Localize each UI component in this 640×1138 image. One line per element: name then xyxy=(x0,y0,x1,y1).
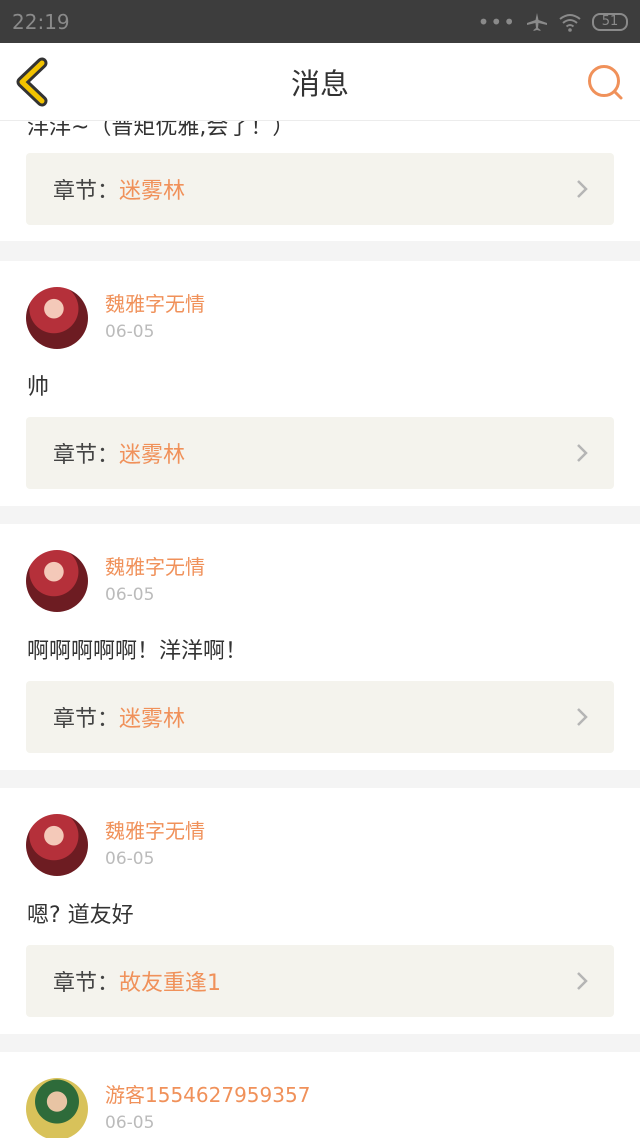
chapter-label: 章节： xyxy=(53,443,120,468)
chapter-name: 迷雾林 xyxy=(119,443,186,468)
chapter-link[interactable]: 章节： 迷雾林 xyxy=(26,153,614,225)
chapter-link[interactable]: 章节： 迷雾林 xyxy=(26,681,614,753)
chapter-name: 故友重逢1 xyxy=(119,971,222,996)
user-row[interactable]: 游客1554627959357 06-05 xyxy=(26,1078,310,1138)
message-date: 06-05 xyxy=(105,849,155,869)
message-text: 帅 xyxy=(27,375,50,400)
message-text: 啊啊啊啊啊！洋洋啊！ xyxy=(27,639,248,664)
message-date: 06-05 xyxy=(105,585,155,605)
message-text: 嗯? 道友好 xyxy=(27,903,134,928)
chevron-right-icon xyxy=(577,180,588,198)
username[interactable]: 魏雅字无情 xyxy=(105,291,205,317)
chapter-label: 章节： xyxy=(53,179,120,204)
search-icon xyxy=(588,65,623,100)
chapter-name: 迷雾林 xyxy=(119,707,186,732)
chapter-label: 章节： xyxy=(53,707,120,732)
search-button[interactable] xyxy=(586,63,624,101)
page-title: 消息 xyxy=(290,66,349,101)
avatar[interactable] xyxy=(26,287,88,349)
avatar[interactable] xyxy=(26,550,88,612)
wifi-icon xyxy=(559,13,581,32)
header-bar: 消息 xyxy=(0,43,640,121)
message-card: 魏雅字无情 06-05 啊啊啊啊啊！洋洋啊！ 章节： 迷雾林 xyxy=(0,524,640,770)
chapter-label: 章节： xyxy=(53,971,120,996)
message-text: 洋洋~（晋矩优雅,会了！） xyxy=(27,121,295,140)
chapter-name: 迷雾林 xyxy=(119,179,186,204)
chapter-link[interactable]: 章节： 迷雾林 xyxy=(26,417,614,489)
message-date: 06-05 xyxy=(105,322,155,342)
avatar[interactable] xyxy=(26,1078,88,1138)
chevron-right-icon xyxy=(577,708,588,726)
status-bar: 22:19 ••• 51 xyxy=(0,0,640,43)
username[interactable]: 魏雅字无情 xyxy=(105,818,205,844)
message-list[interactable]: 洋洋~（晋矩优雅,会了！） 章节： 迷雾林 魏雅字无情 06-05 帅 章节： … xyxy=(0,121,640,1138)
status-time: 22:19 xyxy=(12,9,70,34)
back-button[interactable] xyxy=(14,57,54,107)
status-icons: ••• 51 xyxy=(478,10,628,34)
avatar[interactable] xyxy=(26,814,88,876)
back-arrow-icon xyxy=(16,57,48,107)
username[interactable]: 游客1554627959357 xyxy=(105,1082,310,1108)
message-card: 游客1554627959357 06-05 xyxy=(0,1052,640,1138)
chevron-right-icon xyxy=(577,444,588,462)
message-card: 魏雅字无情 06-05 帅 章节： 迷雾林 xyxy=(0,261,640,506)
airplane-icon xyxy=(527,12,547,31)
username[interactable]: 魏雅字无情 xyxy=(105,554,205,580)
more-dots-icon: ••• xyxy=(477,9,516,34)
chevron-right-icon xyxy=(577,972,588,990)
message-card: 洋洋~（晋矩优雅,会了！） 章节： 迷雾林 xyxy=(0,121,640,241)
user-row[interactable]: 魏雅字无情 06-05 xyxy=(26,814,205,876)
message-date: 06-05 xyxy=(105,1113,155,1133)
user-row[interactable]: 魏雅字无情 06-05 xyxy=(26,287,205,349)
battery-icon: 51 xyxy=(592,12,628,31)
user-row[interactable]: 魏雅字无情 06-05 xyxy=(26,550,205,612)
message-card: 魏雅字无情 06-05 嗯? 道友好 章节： 故友重逢1 xyxy=(0,788,640,1034)
chapter-link[interactable]: 章节： 故友重逢1 xyxy=(26,945,614,1017)
